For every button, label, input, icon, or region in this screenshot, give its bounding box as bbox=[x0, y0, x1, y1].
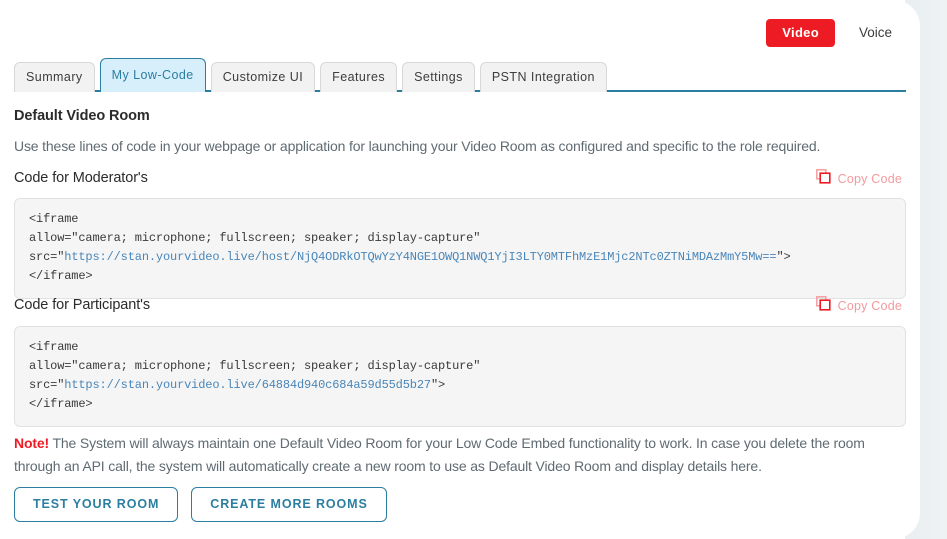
page-title: Default Video Room bbox=[14, 108, 150, 124]
tab-my-low-code[interactable]: My Low-Code bbox=[99, 58, 206, 92]
voice-mode-button[interactable]: Voice bbox=[849, 19, 902, 47]
note-text: Note! The System will always maintain on… bbox=[14, 432, 904, 478]
page-description: Use these lines of code in your webpage … bbox=[14, 138, 821, 154]
test-your-room-button[interactable]: TEST YOUR ROOM bbox=[14, 487, 179, 522]
code-line: allow="camera; microphone; fullscreen; s… bbox=[29, 359, 481, 373]
copy-code-label: Copy Code bbox=[837, 299, 902, 313]
participant-code-block[interactable]: <iframe allow="camera; microphone; fulls… bbox=[14, 326, 906, 427]
copy-moderator-code-button[interactable]: Copy Code bbox=[815, 169, 902, 189]
tab-summary[interactable]: Summary bbox=[14, 62, 95, 92]
tab-settings[interactable]: Settings bbox=[402, 62, 475, 92]
code-line: src="https://stan.yourvideo.live/host/Nj… bbox=[29, 248, 891, 267]
action-button-group: TEST YOUR ROOM CREATE MORE ROOMS bbox=[14, 487, 387, 522]
page-root: Video Voice Summary My Low-Code Customiz… bbox=[0, 0, 947, 539]
tab-bar: Summary My Low-Code Customize UI Feature… bbox=[14, 57, 906, 92]
moderator-code-label: Code for Moderator's bbox=[14, 170, 148, 186]
mode-switch-group: Video Voice bbox=[766, 19, 902, 47]
code-src-prefix: src=" bbox=[29, 250, 65, 264]
code-line: src="https://stan.yourvideo.live/64884d9… bbox=[29, 376, 891, 395]
code-src-suffix: "> bbox=[430, 378, 446, 392]
note-badge: Note! bbox=[14, 435, 50, 451]
content-card: Video Voice Summary My Low-Code Customiz… bbox=[0, 0, 920, 539]
code-line: </iframe> bbox=[29, 269, 93, 283]
tab-customize-ui[interactable]: Customize UI bbox=[210, 62, 316, 92]
moderator-code-block[interactable]: <iframe allow="camera; microphone; fulls… bbox=[14, 198, 906, 299]
video-mode-button[interactable]: Video bbox=[766, 19, 835, 47]
copy-participant-code-button[interactable]: Copy Code bbox=[815, 296, 902, 316]
copy-icon bbox=[815, 169, 831, 189]
participant-code-label: Code for Participant's bbox=[14, 297, 150, 313]
copy-icon bbox=[815, 296, 831, 316]
tab-features[interactable]: Features bbox=[320, 62, 398, 92]
code-line: <iframe bbox=[29, 212, 79, 226]
note-body: The System will always maintain one Defa… bbox=[14, 435, 865, 474]
code-src-url: https://stan.yourvideo.live/host/NjQ4ODR… bbox=[64, 250, 777, 264]
tab-pstn-integration[interactable]: PSTN Integration bbox=[479, 62, 607, 92]
code-src-suffix: "> bbox=[776, 250, 791, 264]
code-src-prefix: src=" bbox=[29, 378, 65, 392]
copy-code-label: Copy Code bbox=[837, 172, 902, 186]
code-line: <iframe bbox=[29, 340, 79, 354]
code-src-url: https://stan.yourvideo.live/64884d940c68… bbox=[64, 378, 431, 392]
code-line: allow="camera; microphone; fullscreen; s… bbox=[29, 231, 481, 245]
code-line: </iframe> bbox=[29, 397, 93, 411]
create-more-rooms-button[interactable]: CREATE MORE ROOMS bbox=[191, 487, 387, 522]
